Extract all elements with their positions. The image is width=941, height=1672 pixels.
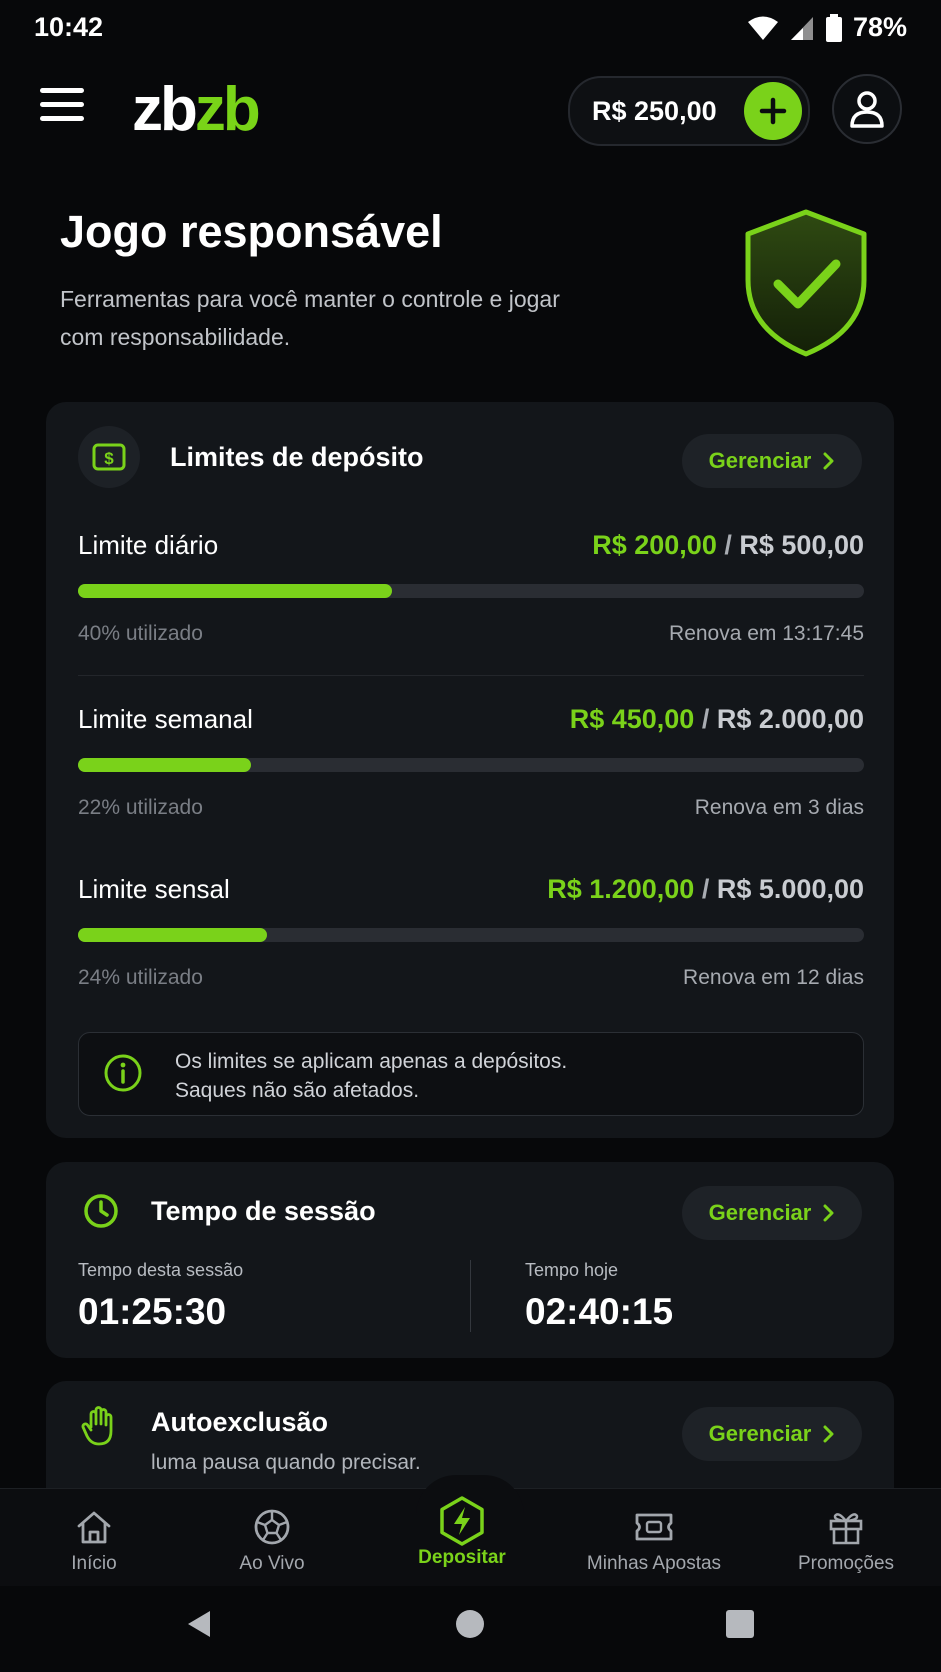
balance-amount: R$ 250,00 [592, 96, 717, 126]
limit-label: Limite sensal [78, 874, 230, 904]
logo[interactable]: zbzb [132, 74, 261, 145]
balance-pill[interactable]: R$ 250,00 [568, 76, 810, 146]
info-box: Os limites se aplicam apenas a depósitos… [78, 1032, 864, 1116]
progress-bar [78, 928, 864, 942]
shield-check-icon [745, 209, 867, 357]
recent-apps-icon[interactable] [724, 1608, 756, 1640]
current-session: Tempo desta sessão 01:25:30 [78, 1260, 243, 1333]
today-session: Tempo hoje 02:40:15 [525, 1260, 673, 1333]
progress-fill [78, 928, 267, 942]
page-subtitle: Ferramentas para você manter o controle … [60, 286, 560, 350]
user-icon [850, 91, 884, 128]
progress-fill [78, 584, 393, 598]
info-icon [104, 1054, 142, 1092]
app-header: zbzb R$ 250,00 [0, 66, 941, 156]
limit-used-text: 24% utilizado [78, 966, 203, 989]
lightning-hex-icon [440, 1496, 484, 1546]
nav-item-live[interactable]: Ao Vivo [178, 1489, 366, 1587]
session-time-manage-button[interactable]: Gerenciar [682, 1186, 862, 1240]
limit-used-text: 22% utilizado [78, 796, 203, 819]
wifi-icon [747, 16, 778, 40]
session-time-title: Tempo de sessão [151, 1196, 376, 1226]
divider [78, 675, 864, 676]
ticket-icon [635, 1513, 673, 1541]
limit-values: R$ 200,00 / R$ 500,00 [592, 530, 864, 560]
limit-label: Limite semanal [78, 704, 253, 734]
page-title: Jogo responsável [60, 206, 443, 257]
home-icon [77, 1511, 111, 1544]
today-session-value: 02:40:15 [525, 1291, 674, 1332]
limit-renew-text: Renova em 12 dias [683, 966, 864, 989]
soccer-ball-icon [254, 1509, 290, 1545]
hamburger-icon [40, 88, 84, 93]
status-time: 10:42 [34, 12, 104, 42]
limit-values: R$ 1.200,00 / R$ 5.000,00 [547, 874, 864, 904]
nav-item-home[interactable]: Início [0, 1489, 188, 1587]
current-session-label: Tempo desta sessão [78, 1260, 244, 1280]
limit-values: R$ 450,00 / R$ 2.000,00 [569, 704, 864, 734]
progress-bar [78, 584, 864, 598]
deposit-limits-title: Limites de depósito [170, 442, 424, 472]
limit-renew-text: Renova em 3 dias [694, 796, 864, 819]
add-funds-button[interactable] [744, 82, 802, 140]
session-time-card: Tempo de sessão Gerenciar Tempo desta se… [46, 1162, 894, 1358]
nav-item-my-bets[interactable]: Minhas Apostas [560, 1489, 748, 1587]
plus-icon [759, 97, 787, 125]
signal-icon [790, 16, 813, 40]
chevron-right-icon [823, 1204, 834, 1222]
self-exclusion-manage-button[interactable]: Gerenciar [682, 1407, 862, 1461]
bottom-nav: Início Ao Vivo Depositar Minhas Apostas … [0, 1475, 941, 1587]
back-icon[interactable] [184, 1608, 214, 1640]
self-exclusion-title: Autoexclusão [151, 1407, 329, 1437]
chevron-right-icon [823, 452, 834, 470]
home-circle-icon[interactable] [454, 1608, 486, 1640]
profile-button[interactable] [832, 74, 902, 144]
hand-stop-icon [81, 1406, 113, 1446]
current-session-value: 01:25:30 [78, 1291, 227, 1332]
deposit-limits-card: $ Limites de depósito Gerenciar Limite d… [46, 402, 894, 1138]
svg-text:$: $ [104, 449, 114, 468]
battery-icon [825, 13, 842, 42]
chevron-right-icon [823, 1425, 834, 1443]
limit-label: Limite diário [78, 530, 219, 560]
info-text: Os limites se aplicam apenas a depósitos… [175, 1050, 568, 1102]
gift-icon [829, 1513, 863, 1545]
limit-renew-text: Renova em 13:17:45 [669, 622, 864, 645]
self-exclusion-subtitle: luma pausa quando precisar. [151, 1451, 421, 1474]
nav-item-deposit[interactable]: Depositar [368, 1489, 556, 1587]
progress-bar [78, 758, 864, 772]
divider [470, 1260, 471, 1332]
menu-button[interactable] [40, 88, 84, 132]
deposit-limits-manage-button[interactable]: Gerenciar [682, 434, 862, 488]
progress-fill [78, 758, 251, 772]
battery-percent: 78% [852, 12, 907, 42]
nav-item-promotions[interactable]: Promoções [752, 1489, 940, 1587]
limit-used-text: 40% utilizado [78, 622, 203, 645]
system-nav [0, 1586, 941, 1672]
status-bar: 10:42 78% [0, 0, 941, 56]
money-icon: $ [92, 443, 126, 471]
clock-icon [84, 1194, 118, 1228]
today-session-label: Tempo hoje [525, 1260, 619, 1280]
